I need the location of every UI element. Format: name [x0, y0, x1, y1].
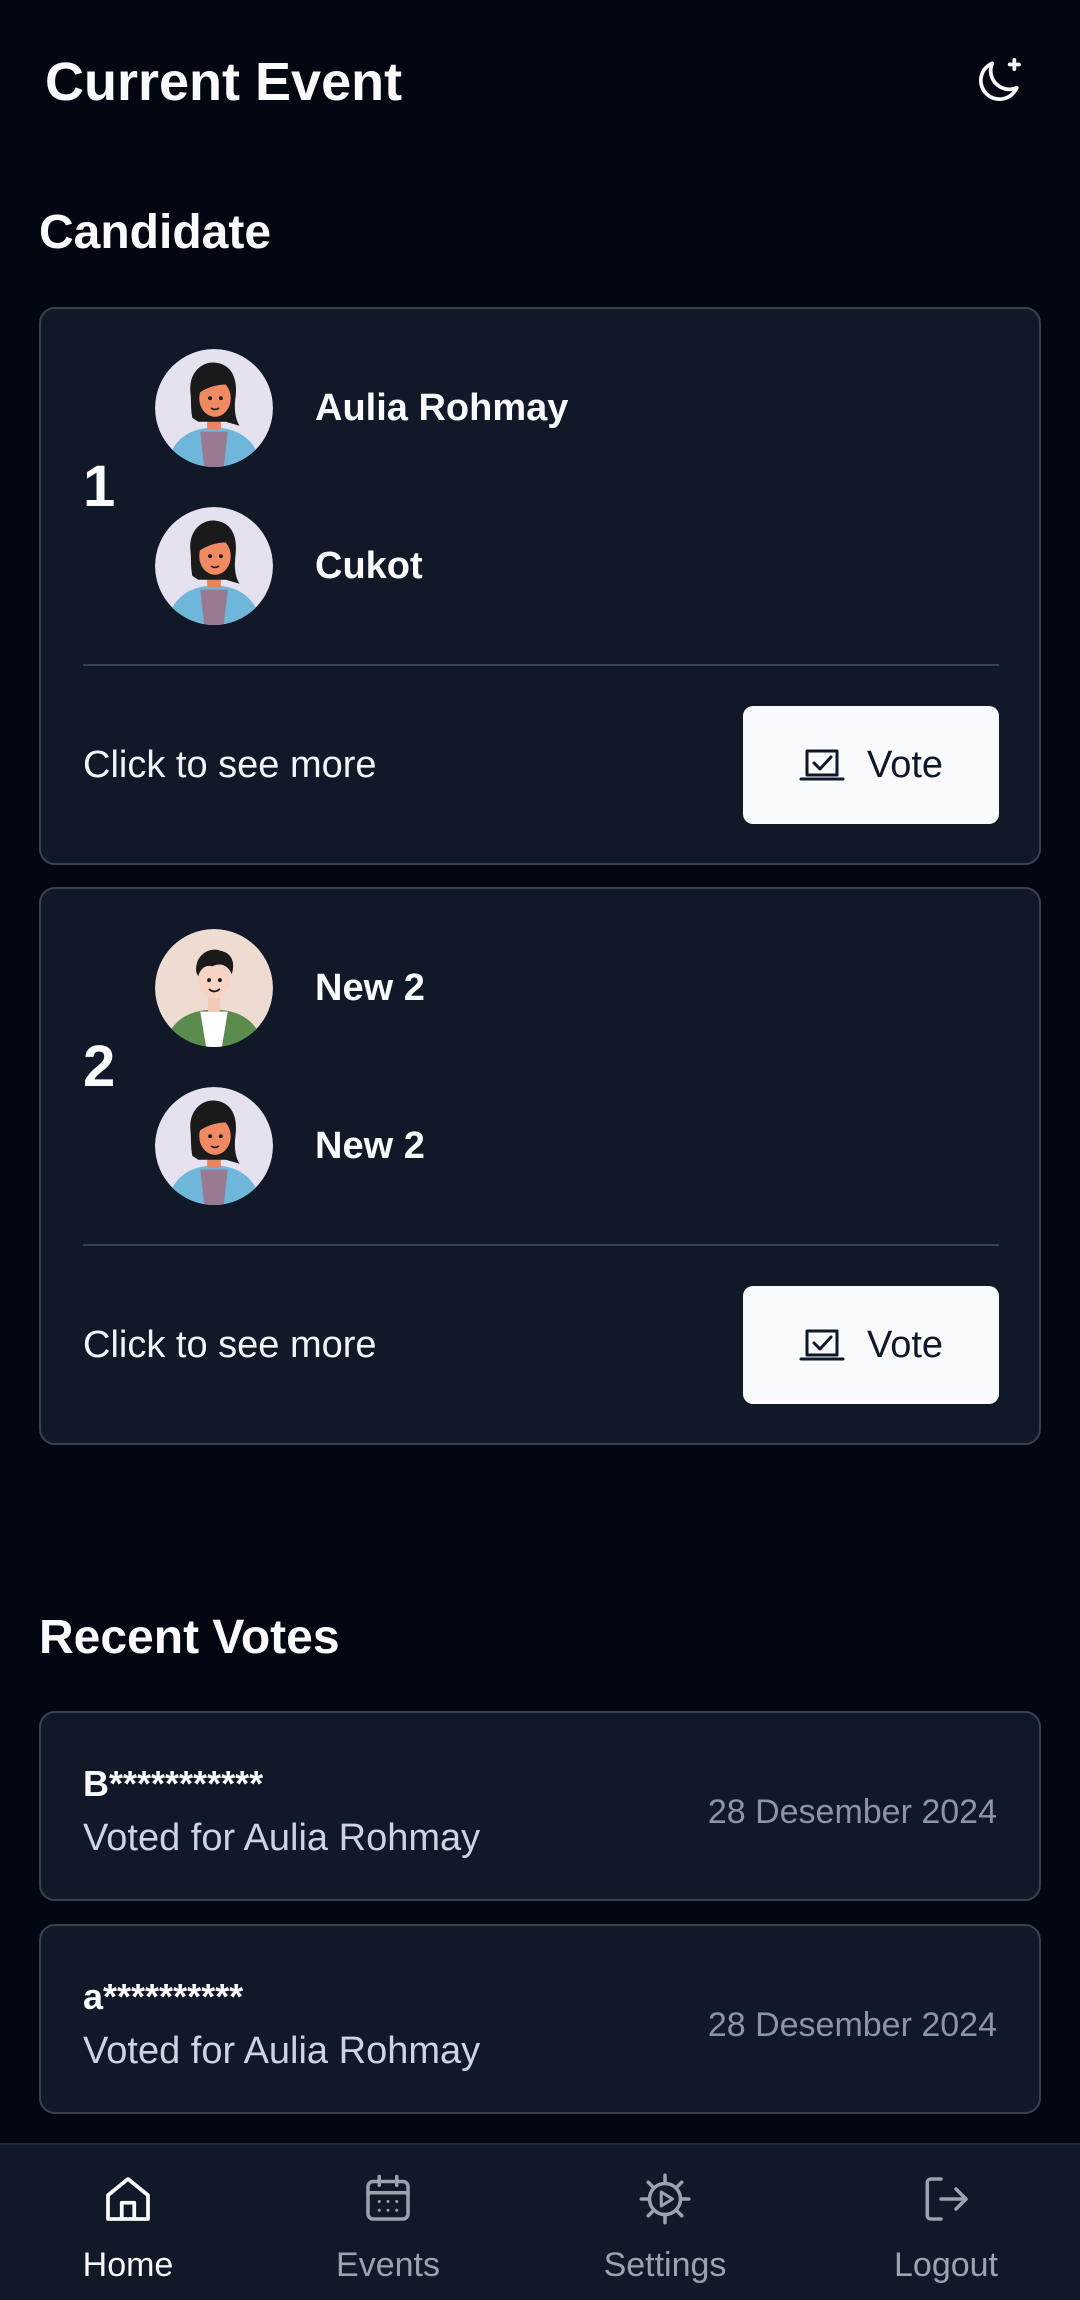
recent-vote-item: a********** Voted for Aulia Rohmay 28 De…	[39, 1924, 1041, 2114]
voted-for-text: Voted for Aulia Rohmay	[83, 2030, 481, 2072]
recent-vote-item: B*********** Voted for Aulia Rohmay 28 D…	[39, 1711, 1041, 1901]
bottom-navigation: Home Events Settings Logout	[0, 2143, 1080, 2300]
page-title: Current Event	[45, 52, 403, 112]
member-name: Cukot	[315, 544, 423, 587]
top-bar: Current Event	[0, 0, 1080, 160]
avatar	[155, 349, 273, 467]
vote-button[interactable]: Vote	[743, 706, 999, 824]
candidate-card[interactable]: 1 Aulia Rohmay Cukot Click to see more V…	[39, 307, 1041, 865]
vote-button[interactable]: Vote	[743, 1286, 999, 1404]
nav-label: Events	[336, 2246, 440, 2284]
app-screen: Current Event Candidate 1 Aulia Rohmay C…	[0, 0, 1080, 2300]
calendar-icon	[366, 2174, 410, 2221]
candidate-number: 2	[83, 1034, 116, 1099]
recent-votes-title: Recent Votes	[39, 1611, 340, 1664]
see-more-link[interactable]: Click to see more	[83, 742, 377, 788]
member-name: New 2	[315, 966, 425, 1009]
candidate-number: 1	[83, 454, 116, 519]
divider	[83, 1244, 999, 1246]
divider	[83, 664, 999, 666]
nav-item-events[interactable]: Events	[288, 2145, 488, 2300]
home-icon	[106, 2177, 150, 2221]
candidate-member: New 2	[155, 929, 425, 1047]
see-more-link[interactable]: Click to see more	[83, 1322, 377, 1368]
vote-button-label: Vote	[866, 1323, 944, 1366]
voter-name: B***********	[83, 1763, 264, 1804]
gear-icon	[639, 2173, 691, 2225]
avatar	[155, 507, 273, 625]
candidate-member: New 2	[155, 1087, 425, 1205]
nav-item-home[interactable]: Home	[28, 2145, 228, 2300]
moon-star-icon	[978, 57, 1021, 102]
candidate-card[interactable]: 2 New 2 New 2 Click to see more Vote	[39, 887, 1041, 1445]
vote-button-label: Vote	[866, 743, 944, 786]
member-name: Aulia Rohmay	[315, 386, 569, 429]
nav-label: Logout	[894, 2246, 998, 2284]
logout-icon	[925, 2177, 968, 2221]
candidate-member: Aulia Rohmay	[155, 349, 568, 467]
voter-name: a**********	[83, 1976, 244, 2017]
nav-label: Home	[82, 2246, 174, 2284]
avatar	[155, 929, 273, 1047]
voted-for-text: Voted for Aulia Rohmay	[83, 1817, 481, 1859]
candidate-member: Cukot	[155, 507, 423, 625]
avatar	[155, 1087, 273, 1205]
theme-toggle-button[interactable]	[966, 50, 1030, 114]
member-name: New 2	[315, 1124, 425, 1167]
vote-check-icon	[799, 749, 845, 781]
nav-label: Settings	[603, 2246, 727, 2284]
nav-item-settings[interactable]: Settings	[565, 2145, 765, 2300]
vote-check-icon	[799, 1329, 845, 1361]
vote-date: 28 Desember 2024	[707, 1793, 997, 1831]
nav-item-logout[interactable]: Logout	[846, 2145, 1046, 2300]
vote-date: 28 Desember 2024	[707, 2006, 997, 2044]
candidate-section-title: Candidate	[39, 206, 272, 259]
